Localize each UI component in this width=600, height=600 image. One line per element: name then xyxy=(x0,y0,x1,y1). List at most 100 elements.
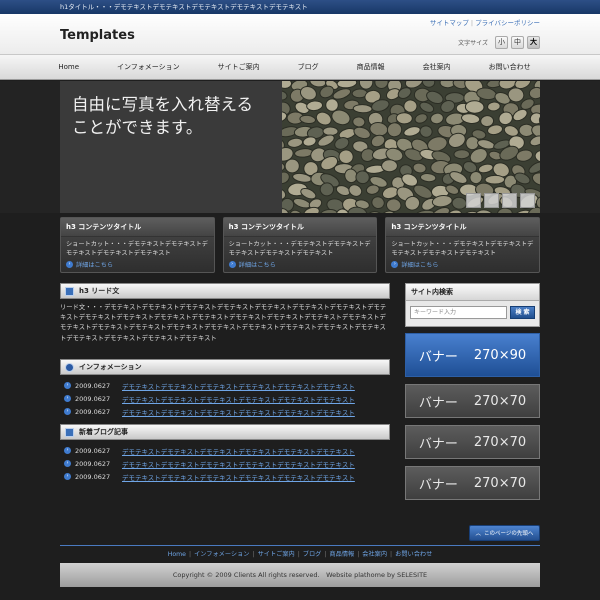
arrow-right-icon: › xyxy=(64,408,71,415)
footer-link-blog[interactable]: ブログ xyxy=(303,551,322,558)
banner-size: 270×70 xyxy=(473,393,527,409)
feature-more-link[interactable]: › 詳細はこちら xyxy=(61,258,214,271)
search-row: キーワード入力 検 索 xyxy=(406,301,539,324)
list-item: › 2009.0627 デモテキストデモテキストデモテキストデモテキストデモテキスト… xyxy=(60,444,390,457)
footer-link-contact[interactable]: お問い合わせ xyxy=(395,551,432,558)
hero-caption-line: 自由に写真を入れ替える xyxy=(72,95,254,114)
search-input[interactable]: キーワード入力 xyxy=(410,306,507,319)
list-item: › 2009.0627 デモテキストデモテキストデモテキストデモテキストデモテキスト… xyxy=(60,405,390,418)
nav-item-blog[interactable]: ブログ xyxy=(279,55,338,79)
slider-dot[interactable] xyxy=(502,193,517,208)
copyright: Copyright © 2009 Clients All rights rese… xyxy=(60,563,540,587)
banner-label: バナー xyxy=(418,395,458,411)
banner-label: バナー xyxy=(418,436,458,452)
feature-boxes: h3 コンテンツタイトル ショートカット・・・デモテキストデモテキストデモテキス… xyxy=(60,217,541,273)
sidebar: サイト内検索 キーワード入力 検 索 バナー 270×90 バナー 270×70 バ… xyxy=(405,283,540,500)
font-size-large-button[interactable]: 大 xyxy=(527,36,540,49)
chevron-up-icon: ︿ xyxy=(475,531,482,537)
global-nav: Home インフォメーション サイトご案内 ブログ 商品情報 会社案内 お問い合… xyxy=(0,54,600,80)
nav-item-company[interactable]: 会社案内 xyxy=(404,55,470,79)
hero-caption: 自由に写真を入れ替える ことができます。 xyxy=(72,93,253,139)
feature-title: h3 コンテンツタイトル xyxy=(386,218,540,237)
square-icon xyxy=(65,286,74,296)
item-link[interactable]: デモテキストデモテキストデモテキストデモテキストデモテキストデモテキスト xyxy=(122,381,355,391)
feature-body: ショートカット・・・デモテキストデモテキストデモテキストデモテキストデモテキスト xyxy=(66,241,208,257)
link-separator: | xyxy=(357,551,360,558)
banner-large[interactable]: バナー 270×90 xyxy=(405,333,540,377)
slider-dot[interactable] xyxy=(466,193,481,208)
hero-section: 自由に写真を入れ替える ことができます。 xyxy=(0,81,600,213)
lead-text: リード文・・・デモテキストデモテキストデモテキストデモテキストデモテキストデモテ… xyxy=(60,304,387,342)
feature-more-link[interactable]: › 詳細はこちら xyxy=(386,258,539,271)
nav-item-products[interactable]: 商品情報 xyxy=(338,55,404,79)
nav-item-site-guide[interactable]: サイトご案内 xyxy=(199,55,279,79)
arrow-right-icon: › xyxy=(228,261,236,268)
feature-box: h3 コンテンツタイトル ショートカット・・・デモテキストデモテキストデモテキス… xyxy=(60,217,215,273)
privacy-link[interactable]: プライバシーポリシー xyxy=(475,19,540,27)
banner[interactable]: バナー 270×70 xyxy=(405,466,540,500)
lead-heading: h3 リード文 xyxy=(60,283,390,299)
top-bar: h1タイトル・・・デモテキストデモテキストデモテキストデモテキストデモテキスト xyxy=(0,0,600,14)
item-link[interactable]: デモテキストデモテキストデモテキストデモテキストデモテキストデモテキスト xyxy=(122,407,355,417)
info-icon xyxy=(65,362,74,372)
search-button[interactable]: 検 索 xyxy=(510,306,535,319)
item-date: 2009.0627 xyxy=(75,472,111,481)
hero-slider: 自由に写真を入れ替える ことができます。 xyxy=(60,81,540,213)
link-separator: | xyxy=(470,19,474,27)
nav-item-contact[interactable]: お問い合わせ xyxy=(470,55,550,79)
page-top-button[interactable]: ︿ このページの先頭へ xyxy=(469,525,540,541)
list-item: › 2009.0627 デモテキストデモテキストデモテキストデモテキストデモテキスト… xyxy=(60,379,390,392)
feature-title: h3 コンテンツタイトル xyxy=(223,218,377,237)
link-separator: | xyxy=(252,551,255,558)
footer-link-home[interactable]: Home xyxy=(168,551,186,558)
feature-box: h3 コンテンツタイトル ショートカット・・・デモテキストデモテキストデモテキス… xyxy=(222,217,378,273)
font-size-small-button[interactable]: 小 xyxy=(495,36,508,49)
banner-size: 270×70 xyxy=(473,475,527,491)
list-item: › 2009.0627 デモテキストデモテキストデモテキストデモテキストデモテキスト… xyxy=(60,470,390,483)
font-size-medium-button[interactable]: 中 xyxy=(511,36,524,49)
slider-dot[interactable] xyxy=(484,193,499,208)
arrow-right-icon: › xyxy=(66,261,73,268)
font-size-switcher: 文字サイズ 小 中 大 xyxy=(458,36,540,49)
arrow-right-icon: › xyxy=(64,395,71,402)
item-link[interactable]: デモテキストデモテキストデモテキストデモテキストデモテキストデモテキスト xyxy=(122,472,355,482)
feature-title: h3 コンテンツタイトル xyxy=(61,218,214,237)
footer-link-products[interactable]: 商品情報 xyxy=(329,551,354,558)
item-link[interactable]: デモテキストデモテキストデモテキストデモテキストデモテキストデモテキスト xyxy=(122,446,355,456)
arrow-right-icon: › xyxy=(64,473,71,480)
hero-caption-line: ことができます。 xyxy=(72,118,203,137)
site-logo[interactable]: Templates xyxy=(60,28,135,43)
feature-body: ショートカット・・・デモテキストデモテキストデモテキストデモテキストデモテキスト xyxy=(391,241,534,257)
nav-item-information[interactable]: インフォメーション xyxy=(98,55,199,79)
banner[interactable]: バナー 270×70 xyxy=(405,384,540,418)
item-link[interactable]: デモテキストデモテキストデモテキストデモテキストデモテキストデモテキスト xyxy=(122,459,355,469)
main-content: h3 リード文 リード文・・・デモテキストデモテキストデモテキストデモテキストデ… xyxy=(60,283,390,489)
blog-heading: 新着ブログ記事 xyxy=(60,424,390,440)
footer-link-information[interactable]: インフォメーション xyxy=(194,551,249,558)
lead-title: h3 リード文 xyxy=(79,287,120,295)
info-list: › 2009.0627 デモテキストデモテキストデモテキストデモテキストデモテキスト… xyxy=(60,375,390,418)
sitemap-link[interactable]: サイトマップ xyxy=(430,19,469,27)
feature-body: ショートカット・・・デモテキストデモテキストデモテキストデモテキストデモテキスト xyxy=(228,241,371,257)
slider-pager xyxy=(466,193,535,208)
item-link[interactable]: デモテキストデモテキストデモテキストデモテキストデモテキストデモテキスト xyxy=(122,394,355,404)
banner[interactable]: バナー 270×70 xyxy=(405,425,540,459)
arrow-right-icon: › xyxy=(64,382,71,389)
hero-stones-photo xyxy=(282,81,540,213)
item-date: 2009.0627 xyxy=(75,381,111,390)
arrow-right-icon: › xyxy=(64,460,71,467)
footer-link-site-guide[interactable]: サイトご案内 xyxy=(258,551,295,558)
lead-section: h3 リード文 リード文・・・デモテキストデモテキストデモテキストデモテキストデ… xyxy=(60,283,390,353)
nav-item-home[interactable]: Home xyxy=(50,55,98,79)
font-size-label: 文字サイズ xyxy=(458,40,488,47)
slider-dot[interactable] xyxy=(520,193,535,208)
feature-more-label: 詳細はこちら xyxy=(401,262,439,269)
item-date: 2009.0627 xyxy=(75,459,111,468)
site-search: サイト内検索 キーワード入力 検 索 xyxy=(405,283,540,327)
list-item: › 2009.0627 デモテキストデモテキストデモテキストデモテキストデモテキスト… xyxy=(60,457,390,470)
header: Templates サイトマップ | プライバシーポリシー 文字サイズ 小 中 大 xyxy=(0,14,600,54)
feature-more-link[interactable]: › 詳細はこちら xyxy=(224,258,377,271)
footer-link-company[interactable]: 会社案内 xyxy=(362,551,387,558)
banner-size: 270×90 xyxy=(473,347,527,363)
feature-more-label: 詳細はこちら xyxy=(238,262,276,269)
